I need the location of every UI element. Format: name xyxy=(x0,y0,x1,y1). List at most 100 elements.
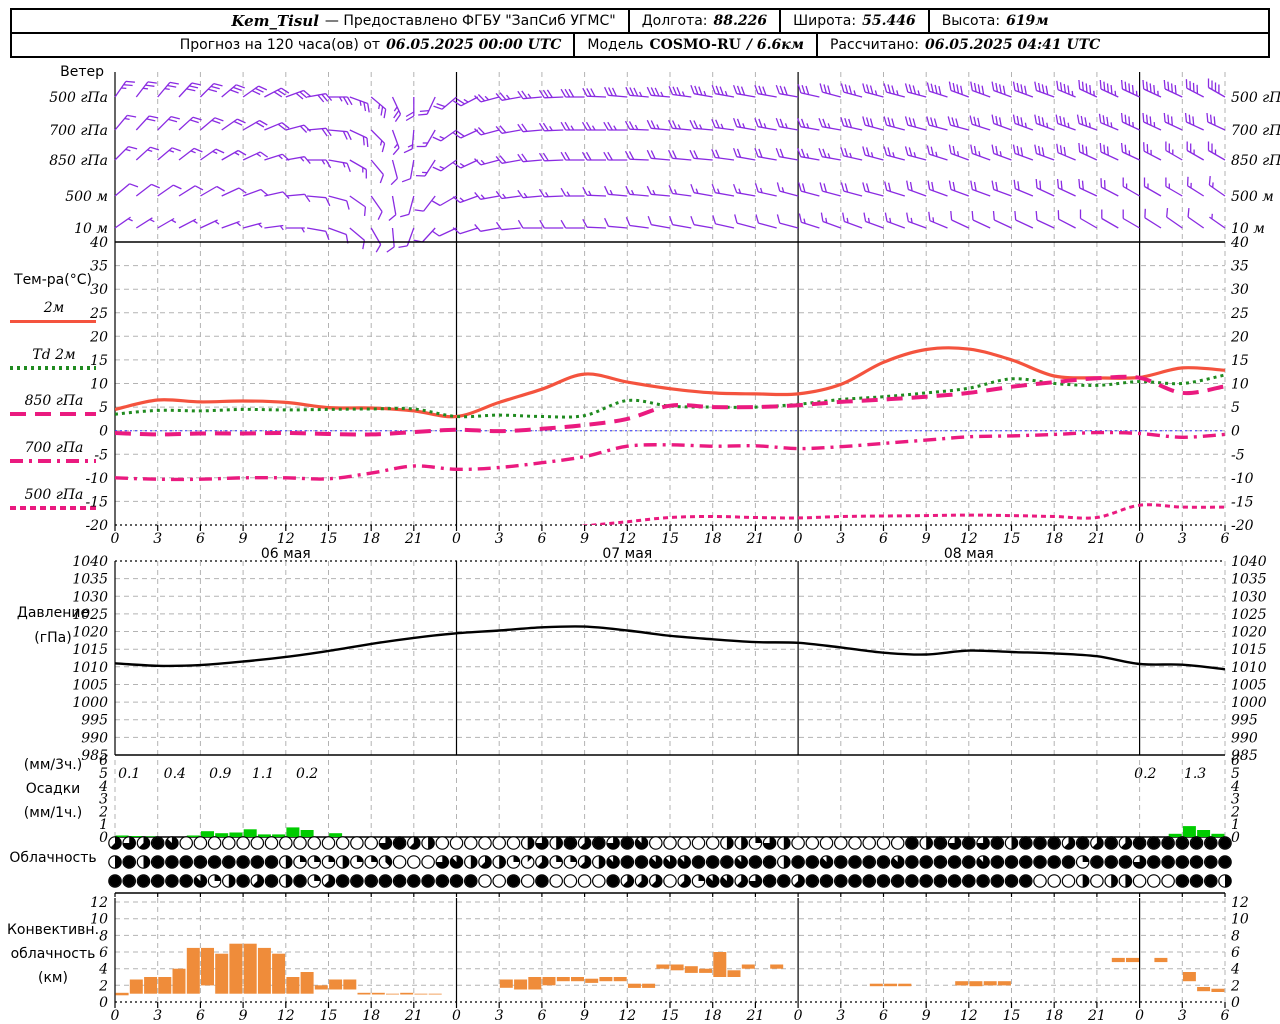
svg-text:9: 9 xyxy=(239,531,248,547)
svg-text:-20: -20 xyxy=(85,518,108,534)
svg-text:0.2: 0.2 xyxy=(296,766,318,782)
svg-text:10: 10 xyxy=(90,377,108,393)
svg-text:3: 3 xyxy=(495,531,504,547)
svg-text:0: 0 xyxy=(111,1008,120,1024)
svg-text:21: 21 xyxy=(745,1008,764,1024)
svg-text:0: 0 xyxy=(794,531,803,547)
svg-text:3: 3 xyxy=(495,1008,504,1024)
svg-text:0: 0 xyxy=(794,1008,803,1024)
svg-text:10: 10 xyxy=(1231,912,1249,928)
svg-text:8: 8 xyxy=(99,928,108,944)
svg-text:18: 18 xyxy=(704,1008,722,1024)
svg-text:5: 5 xyxy=(1231,400,1240,416)
svg-text:18: 18 xyxy=(1045,1008,1063,1024)
svg-text:1040: 1040 xyxy=(72,554,108,570)
svg-text:1030: 1030 xyxy=(1231,589,1267,605)
svg-text:0: 0 xyxy=(1231,995,1240,1011)
svg-text:850 гПа: 850 гПа xyxy=(49,153,108,169)
svg-text:12: 12 xyxy=(960,1008,978,1024)
svg-text:20: 20 xyxy=(89,329,108,345)
svg-text:15: 15 xyxy=(1231,353,1249,369)
svg-text:6: 6 xyxy=(1221,1008,1230,1024)
svg-text:21: 21 xyxy=(404,1008,423,1024)
svg-text:6: 6 xyxy=(196,531,205,547)
svg-text:9: 9 xyxy=(922,531,931,547)
svg-text:21: 21 xyxy=(745,531,764,547)
svg-text:1010: 1010 xyxy=(72,660,108,676)
svg-text:15: 15 xyxy=(1003,531,1021,547)
svg-text:-20: -20 xyxy=(1231,518,1254,534)
svg-text:21: 21 xyxy=(404,531,423,547)
svg-text:2: 2 xyxy=(1230,978,1240,994)
svg-text:0.1: 0.1 xyxy=(118,766,140,782)
svg-text:9: 9 xyxy=(580,1008,589,1024)
svg-text:500 гПа: 500 гПа xyxy=(1231,90,1280,106)
svg-text:12: 12 xyxy=(960,531,978,547)
svg-text:6: 6 xyxy=(99,945,108,961)
svg-text:20: 20 xyxy=(1230,329,1249,345)
svg-text:12: 12 xyxy=(1231,895,1249,911)
svg-text:990: 990 xyxy=(81,730,108,746)
svg-text:0.4: 0.4 xyxy=(164,766,186,782)
svg-text:995: 995 xyxy=(1231,713,1258,729)
svg-text:8: 8 xyxy=(1231,928,1240,944)
svg-text:3: 3 xyxy=(1178,531,1187,547)
svg-text:1000: 1000 xyxy=(1231,695,1267,711)
svg-text:500 гПа: 500 гПа xyxy=(49,90,108,106)
svg-text:0: 0 xyxy=(452,531,461,547)
svg-text:25: 25 xyxy=(89,306,108,322)
svg-text:35: 35 xyxy=(1231,259,1249,275)
svg-text:0: 0 xyxy=(99,995,108,1011)
svg-text:12: 12 xyxy=(90,895,108,911)
svg-text:06 мая: 06 мая xyxy=(261,546,311,562)
svg-text:9: 9 xyxy=(580,531,589,547)
svg-text:-5: -5 xyxy=(94,447,108,463)
meteogram-plot: 500 гПа 500 гПа 700 гПа 700 гПа 850 гПа 850 г… xyxy=(49,72,1280,1024)
svg-text:1040: 1040 xyxy=(1231,554,1267,570)
svg-text:0: 0 xyxy=(1135,531,1144,547)
svg-text:1025: 1025 xyxy=(1231,607,1267,623)
svg-text:10: 10 xyxy=(1231,377,1249,393)
svg-text:6: 6 xyxy=(196,1008,205,1024)
svg-text:1010: 1010 xyxy=(1231,660,1267,676)
svg-text:6: 6 xyxy=(537,1008,546,1024)
svg-text:0.2: 0.2 xyxy=(1134,766,1156,782)
svg-text:1005: 1005 xyxy=(72,678,108,694)
svg-text:1030: 1030 xyxy=(72,589,108,605)
svg-text:1015: 1015 xyxy=(1231,642,1267,658)
svg-text:500 м: 500 м xyxy=(65,189,108,205)
svg-text:1020: 1020 xyxy=(72,625,108,641)
svg-text:3: 3 xyxy=(836,531,845,547)
svg-text:-10: -10 xyxy=(1231,471,1254,487)
meteogram: Kem_Tisul — Предоставлено ФГБУ "ЗапСиб У… xyxy=(0,0,1280,1024)
svg-text:9: 9 xyxy=(922,1008,931,1024)
svg-text:700 гПа: 700 гПа xyxy=(1231,123,1280,139)
svg-text:1000: 1000 xyxy=(72,695,108,711)
svg-text:2: 2 xyxy=(98,978,108,994)
svg-text:12: 12 xyxy=(277,1008,295,1024)
svg-text:1035: 1035 xyxy=(72,572,108,588)
svg-text:6: 6 xyxy=(1221,531,1230,547)
svg-text:-5: -5 xyxy=(1231,447,1245,463)
svg-text:18: 18 xyxy=(704,531,722,547)
svg-text:5: 5 xyxy=(99,400,108,416)
svg-text:6: 6 xyxy=(879,531,888,547)
svg-text:21: 21 xyxy=(1087,531,1106,547)
svg-text:0: 0 xyxy=(1231,424,1240,440)
svg-text:40: 40 xyxy=(89,235,108,251)
svg-text:1005: 1005 xyxy=(1231,678,1267,694)
svg-text:1020: 1020 xyxy=(1231,625,1267,641)
svg-text:9: 9 xyxy=(239,1008,248,1024)
svg-text:15: 15 xyxy=(1003,1008,1021,1024)
svg-text:0: 0 xyxy=(111,531,120,547)
svg-text:18: 18 xyxy=(1045,531,1063,547)
svg-text:6: 6 xyxy=(99,753,108,769)
svg-text:4: 4 xyxy=(98,962,108,978)
svg-text:-10: -10 xyxy=(85,471,108,487)
svg-text:15: 15 xyxy=(661,1008,679,1024)
svg-text:6: 6 xyxy=(1231,945,1240,961)
svg-text:15: 15 xyxy=(320,1008,338,1024)
svg-text:990: 990 xyxy=(1231,730,1258,746)
svg-text:35: 35 xyxy=(90,259,108,275)
svg-text:6: 6 xyxy=(879,1008,888,1024)
